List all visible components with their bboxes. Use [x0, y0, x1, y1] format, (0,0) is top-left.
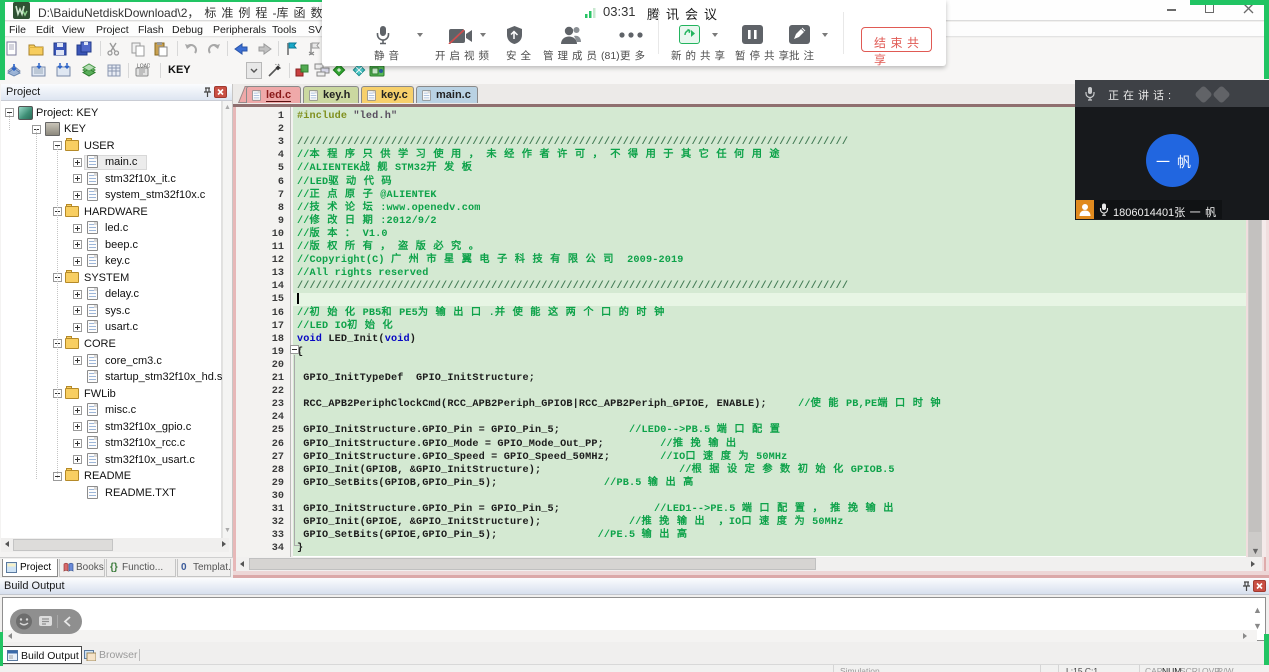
svg-text:LOAD: LOAD [137, 64, 150, 70]
